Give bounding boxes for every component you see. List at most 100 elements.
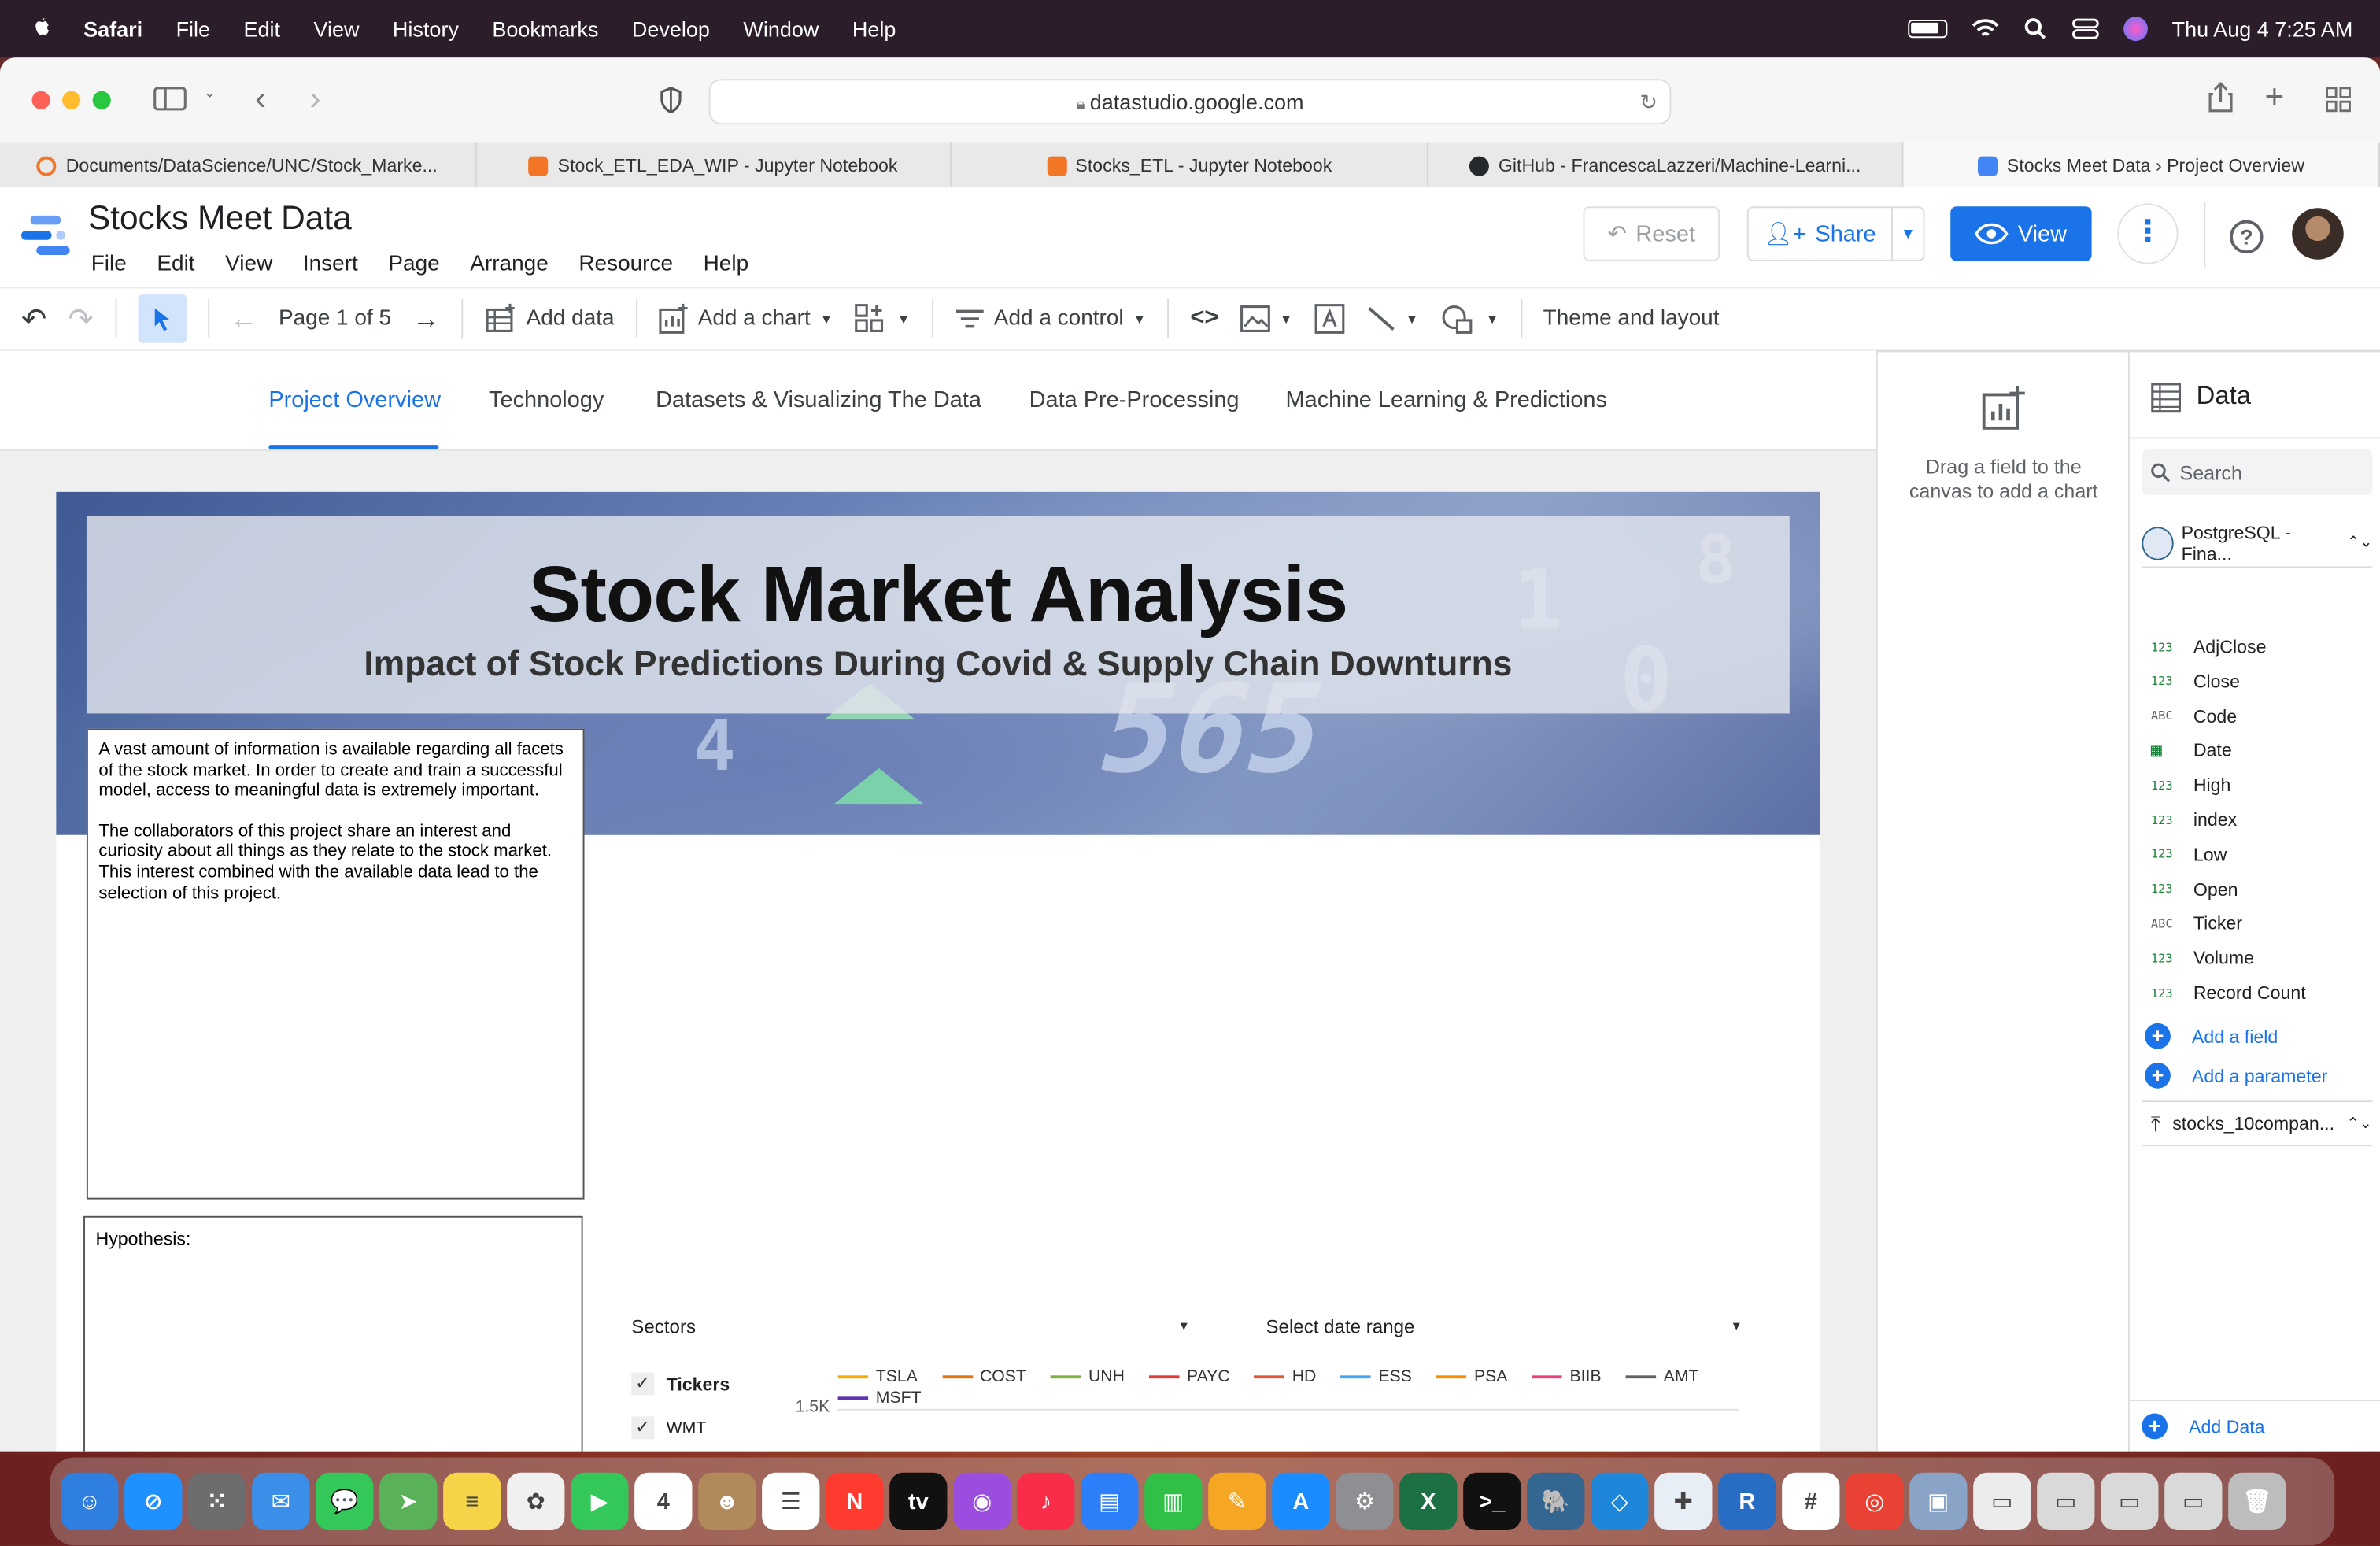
menu-window[interactable]: Window [743,17,819,41]
chevron-down-icon[interactable]: ⌄ [203,85,216,102]
finder-icon[interactable]: ☺ [61,1472,119,1531]
r-icon[interactable]: R [1718,1472,1776,1531]
menu-clock[interactable]: Thu Aug 4 7:25 AM [2172,17,2353,41]
next-page-icon[interactable]: → [412,303,440,335]
tableau-icon[interactable]: ✚ [1654,1472,1713,1531]
tv-icon[interactable]: tv [889,1472,948,1531]
field-search-input[interactable]: Search [2142,449,2373,495]
menu-history[interactable]: History [393,17,459,41]
legend-item[interactable]: ESS [1340,1367,1412,1388]
checkbox-checked[interactable]: ✓ [631,1372,655,1396]
data-field-item[interactable]: 123 AdjClose [2151,636,2267,657]
legend-item[interactable]: MSFT [837,1388,922,1409]
apple-icon[interactable] [29,17,54,41]
text-box-icon[interactable] [1314,304,1345,335]
reload-icon[interactable]: ↻ [1639,80,1658,123]
community-viz-button[interactable]: ▼ [854,304,911,335]
menu-view[interactable]: View [313,17,359,41]
add-control-button[interactable]: Add a control ▼ [955,307,1146,331]
secondary-data-source[interactable]: ⤒ stocks_10compan... ⌃⌄ [2142,1100,2373,1147]
data-field-item[interactable]: 123 Low [2151,844,2227,865]
battery-icon[interactable] [1908,20,1948,39]
data-studio-logo[interactable] [21,213,70,258]
redo-icon[interactable]: ↷ [68,300,93,338]
tab-overview-icon[interactable] [2326,87,2352,113]
report-menu-file[interactable]: File [91,252,127,276]
python-window-icon[interactable]: ▭ [2037,1472,2095,1531]
theme-and-layout-button[interactable]: Theme and layout [1543,307,1720,331]
data-field-item[interactable]: 123 index [2151,809,2237,830]
back-icon[interactable]: ‹ [255,79,266,118]
share-icon[interactable] [2208,82,2233,113]
data-field-item[interactable]: 123 Close [2151,671,2240,692]
menu-bookmarks[interactable]: Bookmarks [492,17,598,41]
slack-icon[interactable]: # [1782,1472,1840,1531]
menu-help[interactable]: Help [852,17,896,41]
podcasts-icon[interactable]: ◉ [953,1472,1011,1531]
terminal-icon[interactable]: >_ [1463,1472,1521,1531]
menu-develop[interactable]: Develop [632,17,710,41]
legend-item[interactable]: PAYC [1148,1367,1230,1388]
wifi-icon[interactable] [1972,18,1999,39]
reminders-icon[interactable]: ☰ [762,1472,820,1531]
reset-button[interactable]: ↶ Reset [1583,206,1720,261]
new-tab-icon[interactable]: + [2264,77,2284,117]
menu-file[interactable]: File [176,17,211,41]
checkbox-checked[interactable]: ✓ [631,1416,655,1440]
browser-tab[interactable]: Stocks_ETL - Jupyter Notebook [952,142,1428,189]
add-parameter-button[interactable]: + Add a parameter [2145,1063,2327,1089]
more-options-icon[interactable]: ⋮ [2117,203,2179,264]
data-field-item[interactable]: 123 High [2151,775,2231,796]
privacy-shield-icon[interactable] [659,87,683,114]
messages-icon[interactable]: 💬 [316,1472,374,1531]
browser-tab[interactable]: Stock_ETL_EDA_WIP - Jupyter Notebook [476,142,952,189]
report-menu-page[interactable]: Page [388,252,439,276]
menu-app-name[interactable]: Safari [83,17,142,41]
data-field-item[interactable]: ABC Ticker [2151,913,2242,934]
legend-item[interactable]: BIIB [1532,1367,1602,1388]
report-menu-edit[interactable]: Edit [157,252,194,276]
report-menu-arrange[interactable]: Arrange [470,252,549,276]
postgres-icon[interactable]: 🐘 [1527,1472,1585,1531]
keynote-icon[interactable]: ▤ [1081,1472,1139,1531]
line-tool-icon[interactable]: ▼ [1366,305,1419,333]
report-page[interactable]: 565 4 1 0 8 Stock Market Analysis Impact… [56,491,1820,1452]
browser-tab[interactable]: GitHub - FrancescaLazzeri/Machine-Learni… [1428,142,1905,189]
report-title[interactable]: Stocks Meet Data [88,199,352,239]
undo-icon[interactable]: ↶ [21,300,46,338]
sidebar-toggle-icon[interactable] [153,87,187,111]
intro-text-box[interactable]: A vast amount of information is availabl… [86,728,585,1200]
app-store-icon[interactable]: A [1272,1472,1330,1531]
window-thumb-2-icon[interactable]: ▭ [2164,1472,2223,1531]
browser-tab[interactable]: Documents/DataScience/UNC/Stock_Marke... [0,142,476,189]
safari-icon[interactable]: ⊘ [124,1472,183,1531]
legend-item[interactable]: UNH [1050,1367,1125,1388]
spotlight-icon[interactable] [2023,17,2048,41]
facetime-icon[interactable]: ▶ [571,1472,629,1531]
share-dropdown-icon[interactable]: ▼ [1893,225,1924,242]
chrome-icon[interactable]: ◎ [1846,1472,1904,1531]
report-menu-resource[interactable]: Resource [578,252,673,276]
data-field-item[interactable]: ▦ Date [2151,740,2232,761]
data-source-selector[interactable]: PostgreSQL - Fina... ⌃⌄ [2142,520,2373,568]
legend-item[interactable]: PSA [1436,1367,1507,1388]
shape-tool-icon[interactable]: ▼ [1440,304,1499,335]
data-field-item[interactable]: ABC Code [2151,705,2237,727]
pages-icon[interactable]: ✎ [1208,1472,1266,1531]
photos-icon[interactable]: ✿ [507,1472,565,1531]
minimize-window-button[interactable] [62,91,81,109]
preview-icon[interactable]: ▣ [1909,1472,1968,1531]
calendar-icon[interactable]: 4 [634,1472,693,1531]
trash-icon[interactable]: 🗑 [2228,1472,2286,1531]
share-button[interactable]: 👤︎+ Share ▼ [1746,206,1925,261]
tickers-header[interactable]: ✓ Tickers [631,1372,730,1396]
add-data-button[interactable]: Add data [484,303,615,335]
mail-icon[interactable]: ✉ [252,1472,310,1531]
control-center-icon[interactable] [2071,18,2099,39]
add-field-button[interactable]: + Add a field [2145,1023,2278,1049]
select-tool-icon[interactable] [137,294,187,343]
add-data-link[interactable]: + Add Data [2142,1413,2265,1440]
prev-page-icon[interactable]: ← [230,303,257,335]
vscode-icon[interactable]: ◇ [1591,1472,1649,1531]
news-icon[interactable]: N [826,1472,884,1531]
